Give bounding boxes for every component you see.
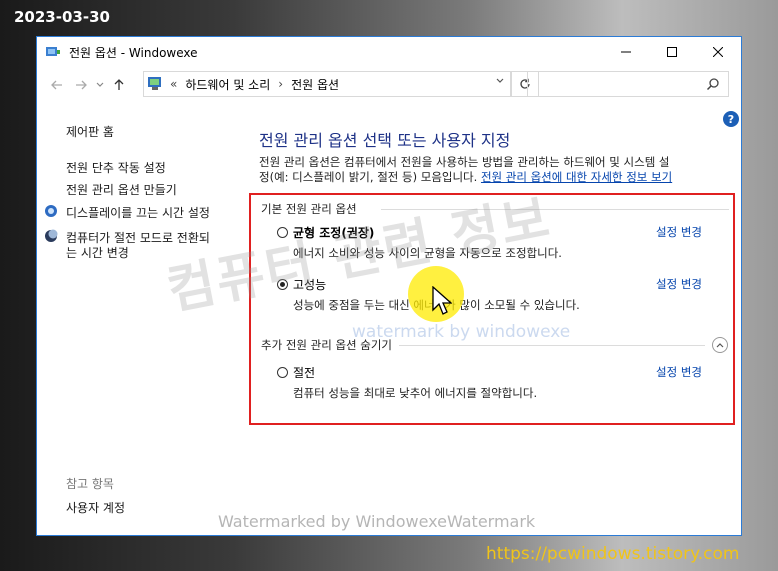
description-line1: 전원 관리 옵션은 컴퓨터에서 전원을 사용하는 방법을 관리하는 하드웨어 및… xyxy=(259,155,670,169)
sidebar-item-display-off[interactable]: 디스플레이를 끄는 시간 설정 xyxy=(66,204,210,221)
chevron-up-icon xyxy=(716,343,724,348)
plan-power-saver-name[interactable]: 절전 xyxy=(293,364,315,381)
description-line2: 정(예: 디스플레이 밝기, 절전 등) 모음입니다. xyxy=(259,170,478,184)
forward-arrow-icon xyxy=(76,80,87,90)
back-arrow-icon xyxy=(51,80,62,90)
forward-button[interactable] xyxy=(69,73,93,97)
mouse-cursor-icon xyxy=(432,286,452,315)
back-button[interactable] xyxy=(45,73,69,97)
chevron-down-icon xyxy=(96,82,104,87)
search-input[interactable] xyxy=(527,71,729,97)
sidebar-control-panel-home[interactable]: 제어판 홈 xyxy=(66,123,114,140)
sidebar-item-create-plan[interactable]: 전원 관리 옵션 만들기 xyxy=(66,181,177,198)
watermark-text-small: watermark by windowexe xyxy=(352,322,571,342)
title-bar[interactable]: 전원 옵션 - Windowexe xyxy=(37,37,741,67)
url-stamp: https://pcwindows.tistory.com xyxy=(486,544,740,564)
recent-locations-button[interactable] xyxy=(93,73,107,97)
address-overflow[interactable]: « xyxy=(170,77,177,91)
maximize-icon xyxy=(667,47,677,57)
collapse-extra-plans-button[interactable] xyxy=(712,337,728,353)
up-button[interactable] xyxy=(107,73,131,97)
sidebar-item-sleep-line2[interactable]: 는 시간 변경 xyxy=(66,244,129,261)
monitor-power-icon xyxy=(45,205,57,217)
page-title: 전원 관리 옵션 선택 또는 사용자 지정 xyxy=(259,131,511,150)
power-options-icon xyxy=(46,47,60,56)
plan-balanced-change-link[interactable]: 설정 변경 xyxy=(656,224,702,240)
address-dropdown-button[interactable] xyxy=(496,76,504,87)
minimize-button[interactable] xyxy=(603,37,649,67)
close-icon xyxy=(713,47,723,57)
search-icon xyxy=(706,78,719,91)
chevron-down-icon xyxy=(496,78,504,83)
sidebar-item-user-accounts[interactable]: 사용자 계정 xyxy=(66,499,125,516)
group-extra-divider xyxy=(399,345,705,346)
address-bar[interactable]: « 하드웨어 및 소리 › 전원 옵션 xyxy=(143,71,511,97)
help-icon[interactable]: ? xyxy=(723,111,739,127)
plan-high-performance-change-link[interactable]: 설정 변경 xyxy=(656,276,702,292)
breadcrumb-hardware-sound[interactable]: 하드웨어 및 소리 xyxy=(185,76,270,93)
minimize-icon xyxy=(621,51,631,53)
up-arrow-icon xyxy=(114,79,124,90)
watermark-text-bottom: Watermarked by WindowexeWatermark xyxy=(218,512,536,531)
window-title: 전원 옵션 - Windowexe xyxy=(69,45,198,60)
maximize-button[interactable] xyxy=(649,37,695,67)
sidebar-item-power-button[interactable]: 전원 단추 작동 설정 xyxy=(66,159,166,176)
plan-power-saver-change-link[interactable]: 설정 변경 xyxy=(656,364,702,380)
close-button[interactable] xyxy=(695,37,741,67)
navigation-bar: « 하드웨어 및 소리 › 전원 옵션 xyxy=(37,67,741,103)
page-description: 전원 관리 옵션은 컴퓨터에서 전원을 사용하는 방법을 관리하는 하드웨어 및… xyxy=(259,155,729,185)
control-panel-icon xyxy=(148,77,161,90)
power-options-window: 전원 옵션 - Windowexe « 하드웨어 및 소리 › 전원 옵션 ? … xyxy=(36,36,742,536)
breadcrumb-separator: › xyxy=(278,77,284,91)
breadcrumb-power-options[interactable]: 전원 옵션 xyxy=(291,76,339,93)
date-stamp: 2023-03-30 xyxy=(14,8,110,26)
plan-power-saver-radio[interactable] xyxy=(277,367,288,378)
plan-power-saver-desc: 컴퓨터 성능을 최대로 낮추어 에너지를 절약합니다. xyxy=(293,386,538,400)
sleep-moon-icon xyxy=(45,229,58,242)
see-also-label: 참고 항목 xyxy=(66,477,114,491)
